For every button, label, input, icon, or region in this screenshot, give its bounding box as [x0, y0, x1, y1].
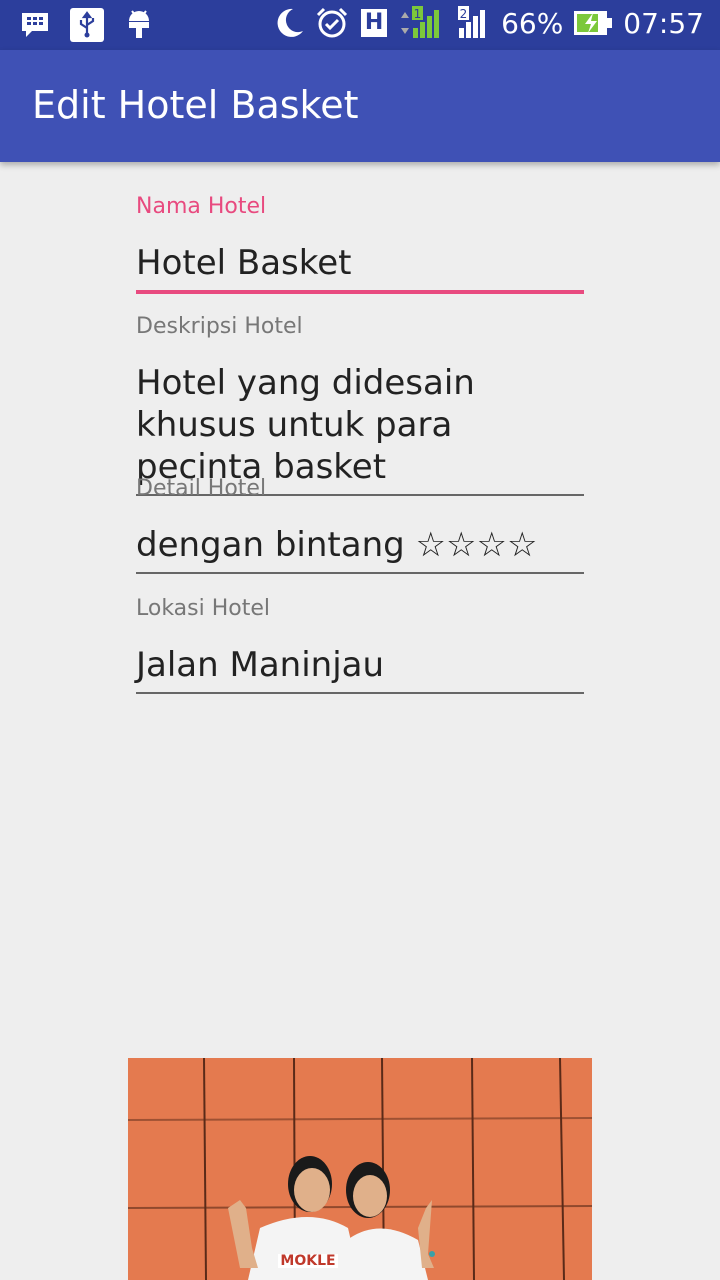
lokasi-hotel-field[interactable]: Lokasi Hotel Jalan Maninjau [136, 594, 584, 694]
hotel-photo-illustration: MOKLE [128, 1058, 592, 1280]
signal-sim2-icon: 2 [455, 6, 491, 40]
network-type-label: H [360, 9, 388, 37]
deskripsi-hotel-input[interactable]: Hotel yang didesain khusus untuk para pe… [136, 342, 584, 496]
detail-hotel-label: Detail Hotel [136, 476, 267, 501]
jersey-text: MOKLE [280, 1253, 335, 1269]
battery-charging-icon [573, 6, 613, 40]
hotel-image: MOKLE [128, 1058, 592, 1280]
page-title: Edit Hotel Basket [32, 83, 359, 127]
nama-hotel-label: Nama Hotel [136, 194, 267, 219]
battery-percent: 66% [501, 6, 564, 40]
nama-hotel-field[interactable]: Nama Hotel Hotel Basket [136, 192, 584, 294]
lokasi-hotel-input[interactable]: Jalan Maninjau [136, 624, 584, 694]
alarm-icon [315, 6, 349, 40]
bbm-icon [18, 8, 52, 42]
signal-sim1-icon: 1 [399, 6, 445, 40]
moon-icon [271, 6, 305, 40]
nama-hotel-input[interactable]: Hotel Basket [136, 222, 584, 294]
deskripsi-hotel-field[interactable]: Deskripsi Hotel Hotel yang didesain khus… [136, 312, 584, 496]
lokasi-hotel-label: Lokasi Hotel [136, 596, 271, 621]
detail-hotel-input[interactable]: dengan bintang ☆☆☆☆ [136, 504, 584, 574]
sim2-label: 2 [460, 7, 468, 21]
detail-hotel-field[interactable]: Detail Hotel dengan bintang ☆☆☆☆ [136, 474, 584, 574]
sim1-label: 1 [414, 7, 422, 21]
usb-icon [70, 8, 104, 42]
status-bar: H 1 2 66% 07:57 [0, 0, 720, 50]
android-debug-icon [122, 8, 156, 42]
network-type-icon: H [359, 6, 389, 40]
clock: 07:57 [623, 6, 704, 40]
app-bar: Edit Hotel Basket [0, 50, 720, 162]
deskripsi-hotel-label: Deskripsi Hotel [136, 314, 303, 339]
